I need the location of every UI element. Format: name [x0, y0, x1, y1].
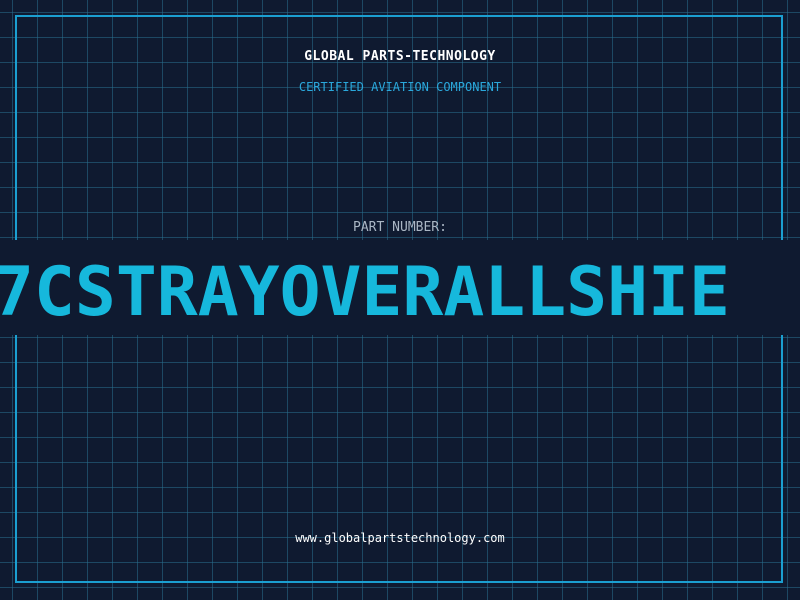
part-number-band: 7CSTRAYOVERALLSHIE: [0, 240, 800, 335]
website-url[interactable]: www.globalpartstechnology.com: [0, 531, 800, 545]
certification-subtitle: CERTIFIED AVIATION COMPONENT: [298, 80, 502, 94]
part-number-value: 7CSTRAYOVERALLSHIE: [0, 253, 730, 332]
part-number-label: PART NUMBER:: [353, 220, 447, 235]
brand-title: GLOBAL PARTS-TECHNOLOGY: [304, 49, 496, 64]
certificate-page: GLOBAL PARTS-TECHNOLOGY CERTIFIED AVIATI…: [0, 0, 800, 600]
